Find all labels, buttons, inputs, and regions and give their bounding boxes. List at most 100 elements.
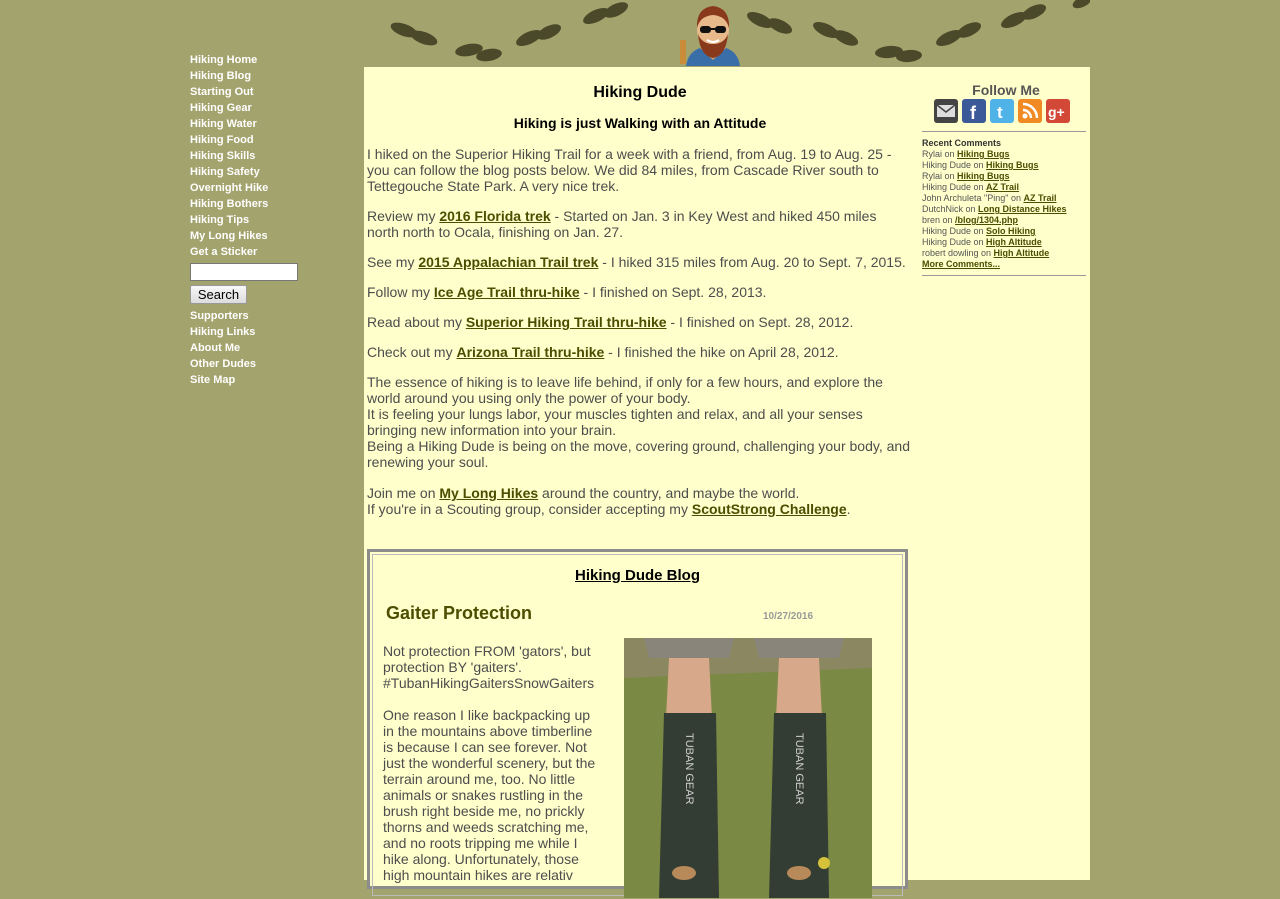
comment-link[interactable]: /blog/1304.php	[955, 215, 1018, 225]
comment-item: Hiking Dude on High Altitude	[922, 237, 1088, 248]
comment-item: bren on /blog/1304.php	[922, 215, 1088, 226]
page-subtitle: Hiking is just Walking with an Attitude	[513, 115, 767, 131]
svg-text:t: t	[997, 103, 1003, 122]
post-body: Not protection FROM 'gators', but protec…	[383, 643, 598, 899]
more-comments-link[interactable]: More Comments...	[922, 259, 1000, 269]
essence-line-3: Being a Hiking Dude is being on the move…	[367, 438, 910, 470]
superior-paragraph: Read about my Superior Hiking Trail thru…	[367, 314, 912, 330]
comment-link[interactable]: High Altitude	[994, 248, 1050, 258]
text: See my	[367, 254, 419, 270]
nav-link-site-map[interactable]: Site Map	[190, 372, 360, 388]
comment-author: Hiking Dude	[922, 226, 972, 236]
comment-item: Hiking Dude on Solo Hiking	[922, 226, 1088, 237]
intro-section: I hiked on the Superior Hiking Trail for…	[367, 146, 912, 531]
text: on	[971, 237, 987, 247]
comment-item: Rylai on Hiking Bugs	[922, 171, 1088, 182]
florida-trek-link[interactable]: 2016 Florida trek	[439, 208, 550, 224]
nav-link-starting-out[interactable]: Starting Out	[190, 84, 360, 100]
nav-link-about-me[interactable]: About Me	[190, 340, 360, 356]
comment-item: robert dowling on High Altitude	[922, 248, 1088, 259]
gaiter-label-left: TUBAN GEAR	[683, 733, 695, 805]
ice-age-paragraph: Follow my Ice Age Trail thru-hike - I fi…	[367, 284, 912, 300]
comment-author: Hiking Dude	[922, 237, 972, 247]
page-title: Hiking Dude	[593, 84, 687, 101]
rss-icon[interactable]	[1018, 99, 1042, 123]
comment-item: Hiking Dude on AZ Trail	[922, 182, 1088, 193]
nav-link-hiking-bothers[interactable]: Hiking Bothers	[190, 196, 360, 212]
comment-link[interactable]: High Altitude	[986, 237, 1042, 247]
text: on	[963, 204, 979, 214]
post-date: 10/27/2016	[763, 611, 814, 622]
text: around the country, and maybe the world.	[538, 485, 800, 501]
facebook-icon[interactable]: f	[962, 99, 986, 123]
comment-link[interactable]: Long Distance Hikes	[978, 204, 1067, 214]
nav-link-hiking-tips[interactable]: Hiking Tips	[190, 212, 360, 228]
arizona-link[interactable]: Arizona Trail thru-hike	[456, 344, 604, 360]
search-input[interactable]	[190, 263, 298, 281]
post-paragraph-1: Not protection FROM 'gators', but protec…	[383, 643, 595, 691]
scoutstrong-link[interactable]: ScoutStrong Challenge	[692, 501, 847, 517]
text: on	[942, 149, 958, 159]
nav-link-get-a-sticker[interactable]: Get a Sticker	[190, 244, 360, 260]
main-content: Hiking Dude Hiking is just Walking with …	[364, 67, 918, 898]
comment-link[interactable]: Hiking Bugs	[957, 171, 1010, 181]
text: Follow my	[367, 284, 434, 300]
email-icon[interactable]	[934, 99, 958, 123]
comment-author: Hiking Dude	[922, 182, 972, 192]
comment-author: Rylai	[922, 149, 943, 159]
comment-item: Hiking Dude on Hiking Bugs	[922, 160, 1088, 171]
text: - I finished the hike on April 28, 2012.	[604, 344, 839, 360]
comment-author: bren	[922, 215, 941, 225]
nav-link-hiking-skills[interactable]: Hiking Skills	[190, 148, 360, 164]
blog-box: Hiking Dude Blog Gaiter Protection 10/27…	[367, 549, 908, 898]
comment-item: Rylai on Hiking Bugs	[922, 149, 1088, 160]
blog-title-link[interactable]: Hiking Dude Blog	[575, 567, 700, 584]
comment-link[interactable]: AZ Trail	[986, 182, 1019, 192]
comment-link[interactable]: AZ Trail	[1023, 193, 1056, 203]
google-plus-icon[interactable]: g+	[1046, 99, 1070, 123]
nav-link-supporters[interactable]: Supporters	[190, 308, 360, 324]
nav-link-hiking-food[interactable]: Hiking Food	[190, 132, 360, 148]
comment-link[interactable]: Solo Hiking	[986, 226, 1036, 236]
superior-link[interactable]: Superior Hiking Trail thru-hike	[466, 314, 667, 330]
left-navigation: Hiking Home Hiking Blog Starting Out Hik…	[190, 52, 360, 388]
right-sidebar: Follow Me f t g+ Recent Comments Rylai o…	[918, 67, 1090, 880]
my-long-hikes-link[interactable]: My Long Hikes	[439, 485, 538, 501]
comment-link[interactable]: Hiking Bugs	[957, 149, 1010, 159]
follow-me-title: Follow Me	[972, 82, 1040, 98]
recent-comments: Recent Comments Rylai on Hiking Bugs Hik…	[922, 138, 1088, 270]
nav-link-my-long-hikes[interactable]: My Long Hikes	[190, 228, 360, 244]
post-paragraph-2: One reason I like backpacking up in the …	[383, 707, 596, 883]
post-title: Gaiter Protection	[386, 603, 533, 623]
nav-link-overnight-hike[interactable]: Overnight Hike	[190, 180, 360, 196]
florida-paragraph: Review my 2016 Florida trek - Started on…	[367, 208, 912, 240]
comment-item: DutchNick on Long Distance Hikes	[922, 204, 1088, 215]
essence-line-2: It is feeling your lungs labor, your mus…	[367, 406, 863, 438]
text: - I finished on Sept. 28, 2012.	[666, 314, 854, 330]
comment-link[interactable]: Hiking Bugs	[986, 160, 1039, 170]
comment-author: DutchNick	[922, 204, 964, 214]
blog-title: Hiking Dude Blog	[373, 568, 902, 584]
nav-link-hiking-water[interactable]: Hiking Water	[190, 116, 360, 132]
social-icons: f t g+	[934, 99, 1070, 123]
text: Check out my	[367, 344, 457, 360]
divider	[922, 275, 1086, 276]
intro-paragraph: I hiked on the Superior Hiking Trail for…	[367, 146, 892, 194]
nav-link-hiking-gear[interactable]: Hiking Gear	[190, 100, 360, 116]
hiking-dude-avatar	[680, 6, 740, 66]
nav-link-other-dudes[interactable]: Other Dudes	[190, 356, 360, 372]
search-button[interactable]: Search	[190, 285, 247, 304]
text: on	[971, 226, 987, 236]
nav-link-hiking-home[interactable]: Hiking Home	[190, 52, 360, 68]
text: on	[971, 160, 987, 170]
ice-age-link[interactable]: Ice Age Trail thru-hike	[434, 284, 580, 300]
text: .	[846, 501, 851, 517]
nav-link-hiking-links[interactable]: Hiking Links	[190, 324, 360, 340]
twitter-icon[interactable]: t	[990, 99, 1014, 123]
nav-link-hiking-blog[interactable]: Hiking Blog	[190, 68, 360, 84]
blog-inner-frame: Hiking Dude Blog Gaiter Protection 10/27…	[372, 554, 903, 899]
appalachian-trek-link[interactable]: 2015 Appalachian Trail trek	[418, 254, 598, 270]
text: on	[971, 182, 987, 192]
nav-link-hiking-safety[interactable]: Hiking Safety	[190, 164, 360, 180]
text: on	[940, 215, 956, 225]
